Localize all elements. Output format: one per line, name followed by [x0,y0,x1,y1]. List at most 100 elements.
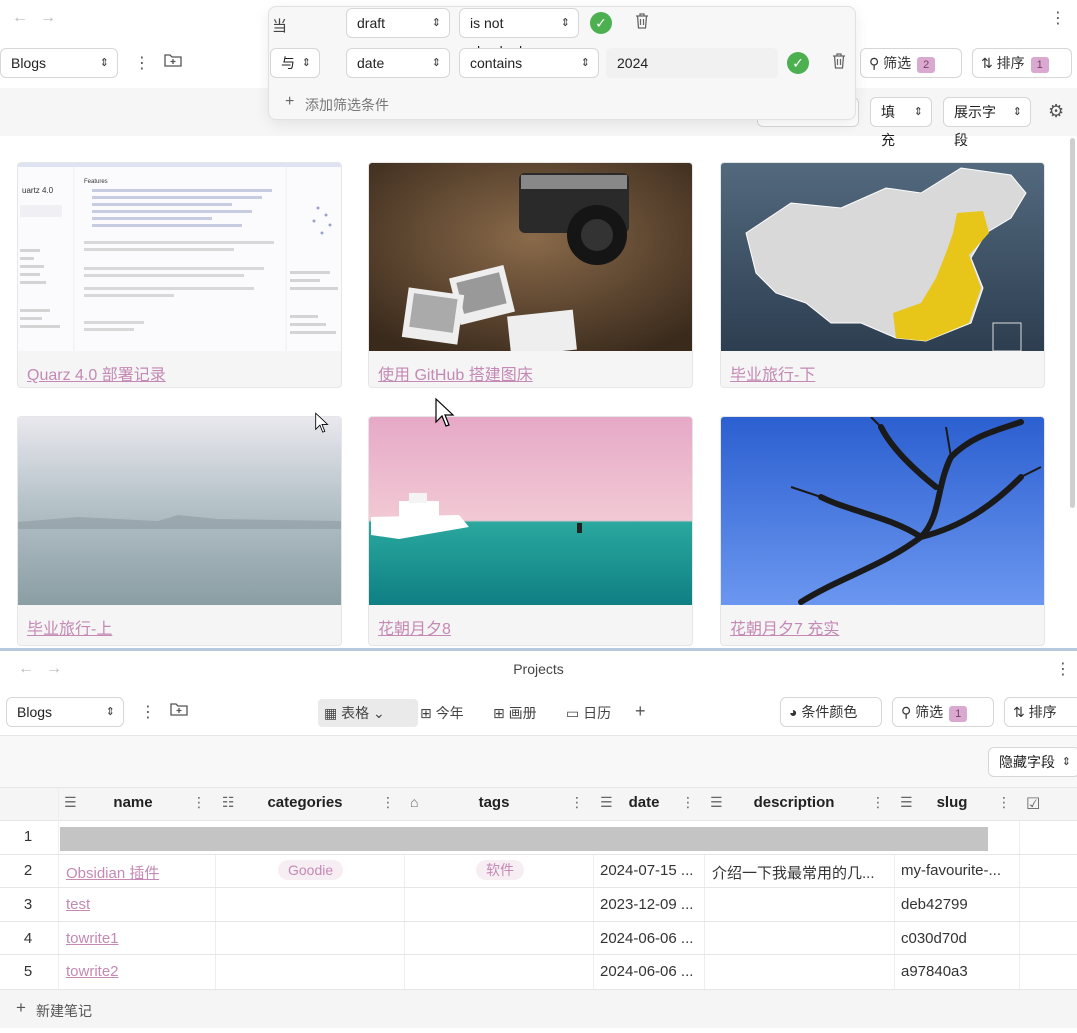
table-footer [0,990,1077,1028]
scrollbar[interactable] [1070,138,1075,508]
fields-select[interactable]: 展示字段 ⇕ [943,97,1031,148]
back-arrow-icon[interactable]: ← [12,9,28,27]
sort-label: 排序 [1028,704,1057,720]
mouse-cursor-icon [315,412,329,433]
filter-operator-select-1[interactable]: is not checked⇕ [459,8,579,59]
category-chip[interactable]: Goodie [278,860,344,880]
forward-arrow-icon[interactable]: → [40,9,56,27]
column-header-slug[interactable]: slug [932,794,972,814]
column-header-date[interactable]: date [622,794,666,814]
folder-plus-icon[interactable] [164,52,182,73]
filter-field-select-1[interactable]: draft ⇕ [346,8,450,38]
slug-cell[interactable]: my-favourite-... [901,862,1013,879]
card-cover-image [18,417,341,605]
plus-icon[interactable]: + [285,93,294,111]
note-name-link[interactable]: towrite1 [66,930,119,947]
source-more-icon[interactable]: ⋮ [140,702,156,722]
tab-this-year[interactable]: ⊞ 今年 [414,699,470,727]
trash-icon[interactable] [635,13,649,34]
slug-cell[interactable]: c030d70d [901,930,967,947]
updown-chevron-icon: ⇕ [99,57,109,69]
tab-label: 今年 [435,705,464,721]
gallery-card[interactable]: 毕业旅行-下 [720,162,1045,388]
sort-button[interactable]: ⇅ 排序 [1004,697,1077,727]
conditional-color-label: 条件颜色 [801,704,858,720]
row-selection-highlight [60,827,988,851]
new-note-button[interactable]: 新建笔记 [36,1001,92,1021]
settings-gear-icon[interactable]: ⚙ [1048,101,1064,122]
more-options-icon[interactable]: ⋮ [1050,8,1066,28]
card-title-link[interactable]: 毕业旅行-下 [730,361,815,385]
gallery-card[interactable]: 花朝月夕8 [368,416,693,646]
gallery-card[interactable]: 花朝月夕7 充实 [720,416,1045,646]
source-select[interactable]: Blogs ⇕ [6,697,124,727]
text-type-icon: ☰ [900,794,913,810]
note-name-link[interactable]: towrite2 [66,963,119,980]
card-title-link[interactable]: Quarz 4.0 部署记录 [27,361,166,385]
tab-table[interactable]: ▦ 表格 ⌄ [318,699,418,727]
tab-calendar[interactable]: ▭ 日历 [560,699,617,727]
tag-chip[interactable]: 软件 [476,860,524,880]
add-filter-condition[interactable]: 添加筛选条件 [305,95,389,115]
filter-value-input[interactable]: 2024 [606,48,778,78]
column-menu-icon[interactable]: ⋮ [681,794,695,811]
filter-label: 筛选 [915,704,944,720]
tag-type-icon: ⌂ [410,794,419,810]
plus-icon[interactable]: + [16,998,26,1018]
row-divider [0,854,1077,855]
folder-plus-icon[interactable] [170,701,188,722]
column-menu-icon[interactable]: ⋮ [997,794,1011,811]
gallery-card[interactable]: 毕业旅行-上 [17,416,342,646]
card-title-link[interactable]: 毕业旅行-上 [27,615,112,639]
updown-chevron-icon: ⇕ [1061,756,1071,768]
filter-field-select-2[interactable]: date ⇕ [346,48,450,78]
date-cell[interactable]: 2024-06-06 ... [600,930,693,947]
slug-cell[interactable]: deb42799 [901,896,968,913]
column-header-name[interactable]: name [90,794,176,814]
filter-button[interactable]: ⚲ 筛选 1 [892,697,994,727]
row-divider [0,887,1077,888]
row-number: 4 [23,930,33,947]
column-header-categories[interactable]: categories [252,794,358,814]
date-cell[interactable]: 2024-07-15 ... [600,862,693,879]
column-header-tags[interactable]: tags [470,794,518,814]
grid-icon: ⊞ [493,705,505,721]
checkmark-icon[interactable]: ✓ [787,52,809,74]
gallery-card[interactable]: 使用 GitHub 搭建图床 [368,162,693,388]
sort-button[interactable]: ⇅ 排序 1 [972,48,1072,78]
column-menu-icon[interactable]: ⋮ [570,794,584,811]
card-title-link[interactable]: 花朝月夕7 充实 [730,615,839,639]
source-select[interactable]: Blogs ⇕ [0,48,118,78]
filter-label: 筛选 [883,55,912,71]
column-menu-icon[interactable]: ⋮ [192,794,206,811]
add-view-plus-icon[interactable]: + [635,701,646,722]
conditional-color-button[interactable]: ◕ 条件颜色 [780,697,882,727]
fill-select[interactable]: 填充 ⇕ [870,97,932,148]
checkmark-icon[interactable]: ✓ [590,12,612,34]
sort-label: 排序 [996,55,1025,71]
note-name-link[interactable]: Obsidian 插件 [66,862,159,883]
source-more-icon[interactable]: ⋮ [134,53,150,73]
hidden-fields-select[interactable]: 隐藏字段 ⇕ [988,747,1077,777]
mouse-cursor-icon [435,398,455,427]
column-header-description[interactable]: description [750,794,838,814]
trash-icon[interactable] [832,53,846,74]
filter-conjunction-select[interactable]: 与 ⇕ [270,48,320,78]
updown-chevron-icon: ⇕ [560,17,570,29]
column-menu-icon[interactable]: ⋮ [871,794,885,811]
gallery-card[interactable]: uartz 4.0 Features Quarz 4.0 部署记录 [17,162,342,388]
card-title-link[interactable]: 使用 GitHub 搭建图床 [378,361,533,385]
description-cell[interactable]: 介绍一下我最常用的几... [712,862,890,883]
card-title-link[interactable]: 花朝月夕8 [378,615,451,639]
filter-button[interactable]: ⚲ 筛选 2 [860,48,962,78]
date-cell[interactable]: 2024-06-06 ... [600,963,693,980]
column-menu-icon[interactable]: ⋮ [381,794,395,811]
tab-gallery[interactable]: ⊞ 画册 [487,699,543,727]
more-options-icon[interactable]: ⋮ [1055,659,1071,679]
slug-cell[interactable]: a97840a3 [901,963,968,980]
note-name-link[interactable]: test [66,896,90,913]
date-cell[interactable]: 2023-12-09 ... [600,896,693,913]
column-divider [1019,821,1020,989]
card-cover-image [369,417,692,605]
filter-operator-select-2[interactable]: contains ⇕ [459,48,599,78]
